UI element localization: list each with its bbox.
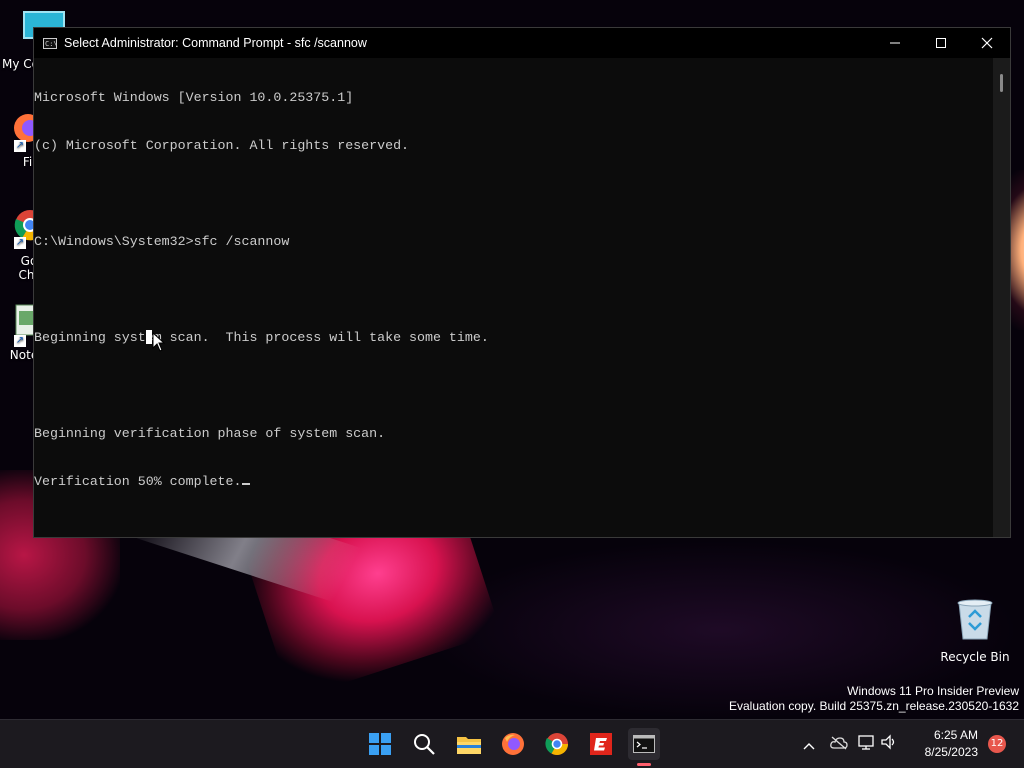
- firefox-icon: [502, 733, 524, 755]
- taskbar-firefox-button[interactable]: [497, 728, 529, 760]
- taskbar-start-button[interactable]: [364, 728, 396, 760]
- clock-time: 6:25 AM: [933, 728, 978, 742]
- close-icon: [981, 37, 993, 49]
- network-icon: [858, 735, 874, 750]
- taskbar: 6:25 AM 8/25/2023 12: [0, 719, 1024, 768]
- taskbar-clock[interactable]: 6:25 AM 8/25/2023: [925, 727, 978, 761]
- text-cursor: [242, 483, 251, 485]
- console-line: (c) Microsoft Corporation. All rights re…: [34, 138, 410, 153]
- recycle-bin-label: Recycle Bin: [940, 650, 1010, 664]
- taskbar-terminal-button[interactable]: [628, 728, 660, 766]
- windows-start-icon: [369, 733, 391, 755]
- i-beam-cursor-icon: [146, 330, 152, 344]
- system-tray: [800, 720, 900, 768]
- onedrive-button[interactable]: [824, 735, 854, 754]
- shortcut-arrow-icon: ↗: [14, 140, 26, 152]
- maximize-icon: [936, 38, 946, 48]
- console-line: Beginning system scan. This process will…: [34, 330, 489, 345]
- scrollbar-thumb[interactable]: [1000, 74, 1003, 92]
- active-app-indicator: [637, 763, 651, 766]
- window-titlebar[interactable]: C:\ Select Administrator: Command Prompt…: [34, 28, 1010, 58]
- volume-button[interactable]: [878, 734, 900, 754]
- cloud-offline-icon: [830, 736, 848, 749]
- volume-icon: [881, 734, 895, 750]
- chevron-up-icon: [803, 742, 815, 749]
- console-line: Microsoft Windows [Version 10.0.25375.1]: [34, 90, 354, 105]
- network-button[interactable]: [856, 734, 878, 754]
- minimize-button[interactable]: [872, 28, 918, 58]
- show-hidden-icons-button[interactable]: [800, 735, 818, 754]
- mouse-pointer-icon: [152, 332, 166, 352]
- close-button[interactable]: [964, 28, 1010, 58]
- taskbar-file-explorer-button[interactable]: [453, 728, 485, 760]
- clock-date: 8/25/2023: [924, 745, 978, 759]
- watermark-line2: Evaluation copy. Build 25375.zn_release.…: [729, 699, 1019, 713]
- minimize-icon: [890, 42, 900, 44]
- desktop-icon-recycle-bin[interactable]: Recycle Bin: [940, 597, 1010, 664]
- maximize-button[interactable]: [918, 28, 964, 58]
- window-title: Select Administrator: Command Prompt - s…: [64, 36, 367, 50]
- taskbar-red-app-button[interactable]: [585, 728, 617, 760]
- folder-icon: [457, 737, 481, 754]
- console-output[interactable]: Microsoft Windows [Version 10.0.25375.1]…: [34, 58, 994, 537]
- notification-badge[interactable]: 12: [988, 735, 1006, 753]
- taskbar-search-button[interactable]: [408, 728, 440, 760]
- windows-watermark: Windows 11 Pro Insider Preview Evaluatio…: [729, 684, 1019, 714]
- watermark-line1: Windows 11 Pro Insider Preview: [847, 684, 1019, 698]
- shortcut-arrow-icon: ↗: [14, 237, 26, 249]
- cmd-app-icon: C:\: [43, 37, 58, 49]
- red-app-icon: [590, 733, 612, 755]
- search-icon: [414, 734, 435, 755]
- command-prompt-window[interactable]: C:\ Select Administrator: Command Prompt…: [33, 27, 1011, 538]
- console-line-last: Verification 50% complete.: [34, 474, 994, 490]
- vertical-scrollbar[interactable]: [993, 58, 1010, 537]
- chrome-icon: [545, 733, 568, 755]
- terminal-icon: [633, 735, 655, 753]
- console-line: Verification 50% complete.: [34, 474, 242, 489]
- recycle-bin-icon: [957, 599, 993, 640]
- shortcut-arrow-icon: ↗: [14, 335, 26, 347]
- console-line: Beginning verification phase of system s…: [34, 426, 386, 441]
- console-line: C:\Windows\System32>sfc /scannow: [34, 234, 290, 249]
- taskbar-chrome-button[interactable]: [541, 728, 573, 760]
